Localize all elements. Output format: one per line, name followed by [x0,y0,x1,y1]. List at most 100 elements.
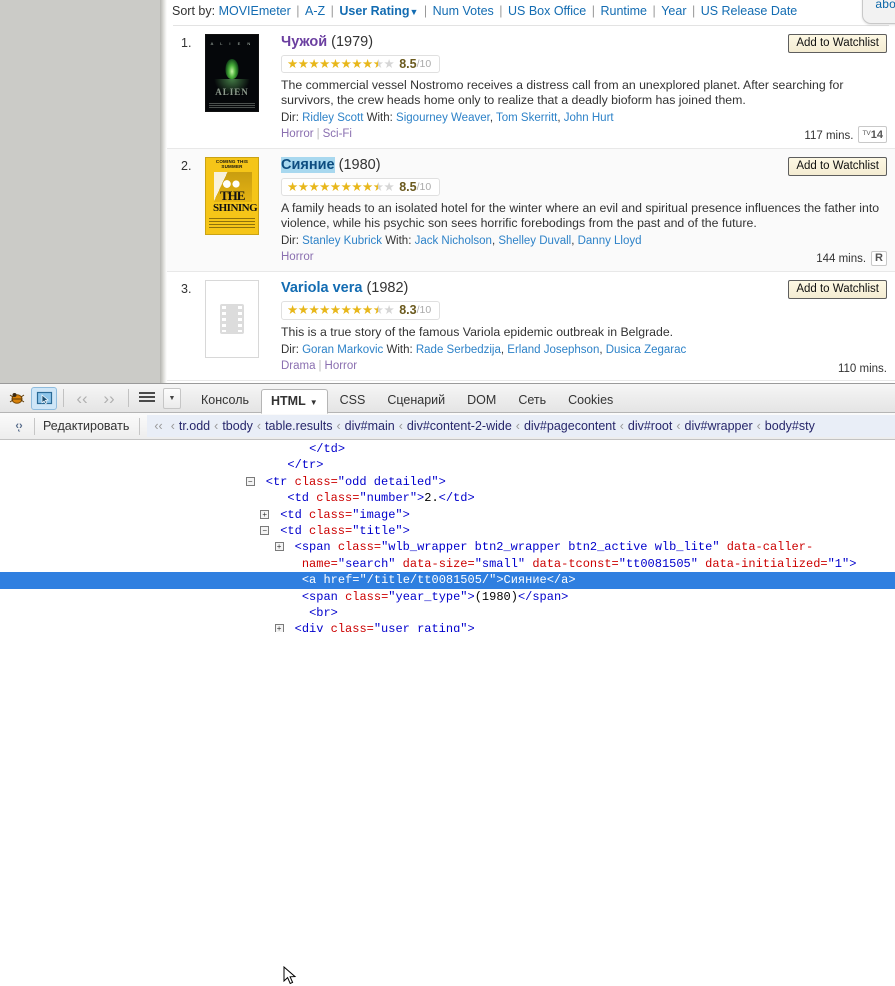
source-line[interactable]: +<td class="image"> [0,507,895,523]
sort-option-us-box-office[interactable]: US Box Office [508,4,586,18]
status-badge: TV14 [858,126,887,143]
movie-title-link[interactable]: Сияние [281,157,335,173]
sort-option-user-rating[interactable]: User Rating▼ [339,4,418,18]
expand-icon[interactable]: + [275,542,284,551]
collapse-icon[interactable]: − [246,477,255,486]
nav-back-icon[interactable]: ‹‹ [69,387,95,410]
genre-line: Drama|Horror [281,358,889,374]
source-line[interactable]: name="search" data-size="small" data-tco… [0,556,895,572]
star-rating-icon[interactable]: ★★★★★★★★★★ [287,180,394,194]
cast-link[interactable]: John Hurt [564,112,614,124]
expand-icon[interactable]: + [275,624,284,632]
tab-dom[interactable]: DOM [457,388,506,413]
breadcrumb-item[interactable]: div#main [345,419,395,433]
rating-box[interactable]: ★★★★★★★★★★8.3/10 [281,301,440,319]
poster-shining-icon[interactable]: COMING THIS SUMMERTHESHINING [205,157,259,235]
director-link[interactable]: Goran Markovic [302,344,383,356]
poster-placeholder-icon[interactable] [205,280,259,358]
source-line[interactable]: <td class="number">2.</td> [0,490,895,506]
collapse-icon[interactable]: − [260,526,269,535]
movie-title-link[interactable]: Чужой [281,34,327,50]
genre-link[interactable]: Horror [281,128,314,140]
sort-option-num-votes[interactable]: Num Votes [433,4,494,18]
tab-label: Cookies [568,393,613,407]
director-link[interactable]: Ridley Scott [302,112,363,124]
source-line-selected[interactable]: <a href="/title/tt0081505/">Сияние</a> [0,572,895,588]
sort-option-runtime[interactable]: Runtime [600,4,647,18]
breadcrumb-item[interactable]: div#root [628,419,672,433]
director-link[interactable]: Stanley Kubrick [302,235,382,247]
cast-link[interactable]: Shelley Duvall [498,235,571,247]
crumb-divider-2 [139,418,140,435]
source-line[interactable]: −<tr class="odd detailed"> [0,474,895,490]
tab-css[interactable]: CSS [330,388,376,413]
sort-option-year[interactable]: Year [661,4,686,18]
source-token-txt: 2. [424,491,438,505]
tab-сеть[interactable]: Сеть [508,388,556,413]
breadcrumb-separator: ‹ [512,419,524,433]
firebug-bug-icon[interactable] [4,387,30,410]
source-line[interactable]: <br> [0,605,895,621]
toolbar-dropdown-icon[interactable]: ▼ [163,388,181,409]
chevron-down-icon: ▼ [310,398,318,407]
cast-link[interactable]: Tom Skerritt [496,112,557,124]
rating-box[interactable]: ★★★★★★★★★★8.5/10 [281,55,440,73]
about-floating-button[interactable]: abo [862,0,895,24]
tab-html[interactable]: HTML▼ [261,389,328,414]
cast-link[interactable]: Dusica Zegarac [606,344,687,356]
cast-link[interactable]: Rade Serbedzija [416,344,501,356]
tab-консоль[interactable]: Консоль [191,388,259,413]
breadcrumb-separator: ‹ [672,419,684,433]
add-to-watchlist-button[interactable]: Add to Watchlist [788,34,887,53]
movie-title-link[interactable]: Variola vera [281,280,362,296]
source-line[interactable]: </td> [0,441,895,457]
source-line[interactable]: +<span class="wlb_wrapper btn2_wrapper b… [0,539,895,555]
inspect-element-icon[interactable] [31,387,57,410]
genre-link[interactable]: Horror [325,360,358,372]
source-token-tag: </a> [547,573,576,587]
source-line[interactable]: +<div class="user_rating"> [0,621,895,632]
genre-link[interactable]: Sci-Fi [323,128,352,140]
source-line[interactable]: <span class="year_type">(1980)</span> [0,589,895,605]
rating-box[interactable]: ★★★★★★★★★★8.5/10 [281,178,440,196]
star-rating-icon[interactable]: ★★★★★★★★★★ [287,303,394,317]
breadcrumb-item[interactable]: body#sty [765,419,815,433]
menu-lines-icon[interactable] [134,387,160,410]
breadcrumb-item[interactable]: div#content-2-wide [407,419,512,433]
status-badge: R [871,251,887,266]
cast-link[interactable]: Sigourney Weaver [396,112,490,124]
genre-link[interactable]: Horror [281,251,314,263]
breadcrumb-item[interactable]: tbody [222,419,253,433]
breadcrumb-item[interactable]: div#pagecontent [524,419,616,433]
sort-option-a-z[interactable]: A-Z [305,4,325,18]
source-line[interactable]: </tr> [0,457,895,473]
breadcrumb-overflow-marker[interactable]: ‹‹ [150,419,166,433]
source-token-tag: > [468,590,475,604]
genre-link[interactable]: Drama [281,360,316,372]
source-line-text: <tr class="odd detailed"> [4,475,446,489]
edit-button[interactable]: Редактировать [43,419,139,433]
source-line[interactable]: −<td class="title"> [0,523,895,539]
code-brackets-icon[interactable]: ‹̨› [6,420,32,432]
tab-сценарий[interactable]: Сценарий [377,388,455,413]
add-to-watchlist-button[interactable]: Add to Watchlist [788,280,887,299]
breadcrumb-item[interactable]: tr.odd [179,419,210,433]
sort-separator: | [586,4,600,18]
source-token-aval: "search" [338,557,396,571]
add-to-watchlist-button[interactable]: Add to Watchlist [788,157,887,176]
nav-forward-icon[interactable]: ›› [96,387,122,410]
cast-link[interactable]: Erland Josephson [507,344,599,356]
sort-option-us-release-date[interactable]: US Release Date [701,4,798,18]
breadcrumb-item[interactable]: div#wrapper [685,419,753,433]
tab-cookies[interactable]: Cookies [558,388,623,413]
poster-alien-icon[interactable]: A L I E NALIEN [205,34,259,112]
sort-option-moviemeter[interactable]: MOVIEmeter [219,4,291,18]
breadcrumb-item[interactable]: table.results [265,419,332,433]
with-label: With: [382,235,415,247]
cast-link[interactable]: Jack Nicholson [415,235,492,247]
expand-icon[interactable]: + [260,510,269,519]
html-source-tree[interactable]: </td></tr>−<tr class="odd detailed"><td … [0,441,895,632]
star-rating-icon[interactable]: ★★★★★★★★★★ [287,57,394,71]
cast-link[interactable]: Danny Lloyd [578,235,642,247]
breadcrumb[interactable]: ‹‹‹tr.odd‹tbody‹table.results‹div#main‹d… [147,415,895,437]
